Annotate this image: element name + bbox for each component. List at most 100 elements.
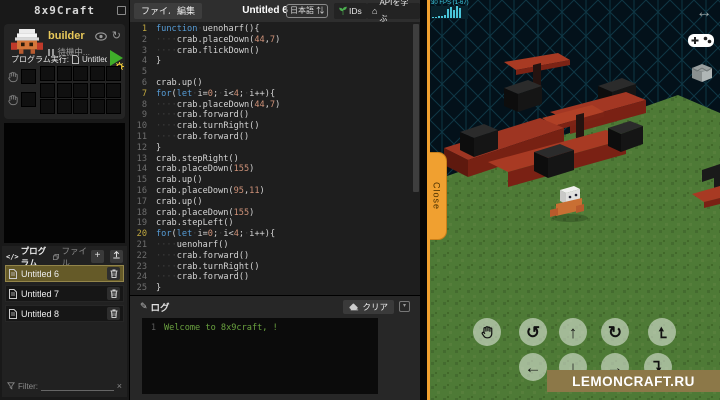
code-line[interactable]: 16 crab.placeDown(95,11) — [130, 186, 420, 197]
code-line[interactable]: 7 for(let·i=0;·i<4;·i++){ — [130, 89, 420, 100]
inventory-slot[interactable] — [106, 66, 121, 81]
watermark-text: LEMONCRAFT.RU — [572, 373, 695, 389]
import-program-button[interactable] — [110, 250, 124, 263]
ids-button[interactable]: IDs — [334, 3, 367, 19]
game-viewport[interactable]: 30 FPS (1-67) ↔ Close ↺ ↑ ↻ ← ↓ → LEMONC… — [430, 0, 720, 400]
8x9craft-app: 8x9Craft builder ↻ 待機中... プログラム実行: Untit… — [0, 0, 720, 400]
document-icon — [9, 288, 17, 299]
inventory-slot[interactable] — [56, 82, 72, 98]
code-line[interactable]: 5 — [130, 67, 420, 78]
code-line[interactable]: 18 crab.placeDown(155) — [130, 208, 420, 219]
delete-program-button[interactable] — [107, 287, 120, 300]
language-select[interactable]: 日本語 ⇅ — [286, 4, 329, 18]
run-label: プログラム実行: — [11, 55, 69, 64]
code-line[interactable]: 2 ····crab.placeDown(44,7) — [130, 35, 420, 46]
inventory-slot[interactable] — [56, 66, 72, 81]
resize-horizontal-icon[interactable]: ↔ — [696, 4, 712, 22]
files-icon — [53, 253, 60, 260]
inventory-slot[interactable] — [73, 99, 88, 114]
filter-input[interactable] — [41, 382, 114, 391]
control-turn-up-button[interactable] — [648, 318, 676, 346]
program-list-item[interactable]: Untitled 6 — [5, 265, 124, 282]
log-content: 1 Welcome to 8x9craft, ! — [142, 318, 378, 394]
code-line[interactable]: 14 crab.placeDown(155) — [130, 164, 420, 175]
inventory-slot[interactable] — [40, 99, 55, 114]
code-line[interactable]: 25} — [130, 283, 420, 294]
program-list: Untitled 6 Untitled 7 Untitled 8 — [5, 265, 124, 325]
gamepad-icon[interactable] — [688, 32, 714, 49]
robot-name: builder — [48, 30, 85, 42]
control-hand-button[interactable] — [473, 318, 501, 346]
inventory-slot[interactable] — [56, 99, 72, 114]
sidebar-collapse-icon[interactable] — [117, 6, 126, 15]
program-panel: </> プログラム ファイル + Untitled 6 Untitled 7 Unt… — [2, 246, 127, 397]
code-line[interactable]: 12} — [130, 143, 420, 154]
delete-program-button[interactable] — [107, 267, 120, 280]
code-line[interactable]: 6 crab.up() — [130, 78, 420, 89]
inventory-slot[interactable] — [40, 82, 55, 98]
inventory-slot[interactable] — [89, 66, 105, 81]
code-line[interactable]: 4} — [130, 56, 420, 67]
sprout-icon — [339, 6, 347, 15]
inventory-slot[interactable] — [106, 99, 121, 114]
eye-icon[interactable] — [95, 32, 107, 41]
eraser-icon — [349, 303, 359, 310]
code-line[interactable]: 1 function·uenoharf(){ — [130, 24, 420, 35]
edit-menu-button[interactable]: 編集 — [170, 3, 203, 19]
fps-widget: 30 FPS (1-67) — [431, 0, 471, 19]
inventory-slot[interactable] — [40, 66, 55, 81]
code-line[interactable]: 20 for(let·i=0;·i<4;·i++){ — [130, 229, 420, 240]
control-rotate-ccw-button[interactable]: ↺ — [519, 318, 547, 346]
log-options-icon[interactable]: ▾ — [399, 301, 410, 312]
code-line[interactable]: 9 ····crab.forward() — [130, 110, 420, 121]
clear-filter-icon[interactable]: × — [117, 381, 122, 391]
program-list-item[interactable]: Untitled 7 — [5, 285, 124, 302]
editor-scrollbar[interactable] — [413, 24, 419, 192]
inventory-slot[interactable] — [106, 82, 121, 98]
control-rotate-cw-button[interactable]: ↻ — [601, 318, 629, 346]
inventory-slot[interactable] — [73, 66, 88, 81]
code-line[interactable]: 13 crab.stepRight() — [130, 154, 420, 165]
delete-program-button[interactable] — [107, 307, 120, 320]
hand-slot[interactable] — [21, 69, 36, 84]
code-line[interactable]: 23 ····crab.turnRight() — [130, 262, 420, 273]
upload-icon — [113, 250, 120, 259]
add-program-button[interactable]: + — [91, 250, 105, 263]
code-line[interactable]: 15 crab.up() — [130, 175, 420, 186]
filter-label: Filter: — [18, 381, 38, 391]
code-line[interactable]: 24 ····crab.forward() — [130, 272, 420, 283]
inventory-grid — [40, 66, 121, 114]
code-line[interactable]: 8 ····crab.placeDown(44,7) — [130, 100, 420, 111]
inventory-slot[interactable] — [89, 82, 105, 98]
hand-slot[interactable] — [21, 92, 36, 107]
document-icon — [9, 308, 17, 319]
log-icon: ✎ — [140, 301, 148, 311]
program-list-item[interactable]: Untitled 8 — [5, 305, 124, 322]
document-icon — [9, 268, 17, 279]
inventory-slot[interactable] — [73, 82, 88, 98]
code-line[interactable]: 11 ····crab.forward() — [130, 132, 420, 143]
run-target: Untitled 6 — [81, 55, 107, 64]
code-line[interactable]: 17 crab.up() — [130, 197, 420, 208]
control-arrow-left-button[interactable]: ← — [519, 353, 547, 381]
code-lines: 1 function·uenoharf(){2 ····crab.placeDown… — [130, 22, 420, 294]
box-icon[interactable] — [690, 62, 714, 82]
code-line[interactable]: 21 ····uenoharf() — [130, 240, 420, 251]
inventory-slot[interactable] — [89, 99, 105, 114]
home-icon: ⌂ — [372, 6, 378, 16]
close-panel-tab[interactable]: Close — [430, 152, 447, 240]
run-program-row: プログラム実行: Untitled 6 — [11, 54, 107, 65]
control-arrow-up-button[interactable]: ↑ — [559, 318, 587, 346]
learn-api-button[interactable]: ⌂ APIを学ぶ — [367, 0, 420, 23]
document-icon — [71, 55, 79, 64]
code-line[interactable]: 10 ····crab.turnRight() — [130, 121, 420, 132]
log-title: ログ — [150, 302, 170, 314]
code-line[interactable]: 19 crab.stepLeft() — [130, 218, 420, 229]
reload-icon[interactable]: ↻ — [112, 29, 121, 42]
watermark-banner: LEMONCRAFT.RU — [547, 370, 720, 392]
code-editor[interactable]: 1 function·uenoharf(){2 ····crab.placeDown… — [130, 22, 420, 295]
log-entry: 1 Welcome to 8x9craft, ! — [150, 323, 278, 333]
code-line[interactable]: 22 ····crab.forward() — [130, 251, 420, 262]
code-line[interactable]: 3 ····crab.flickDown() — [130, 46, 420, 57]
clear-log-button[interactable]: クリア — [343, 299, 394, 314]
